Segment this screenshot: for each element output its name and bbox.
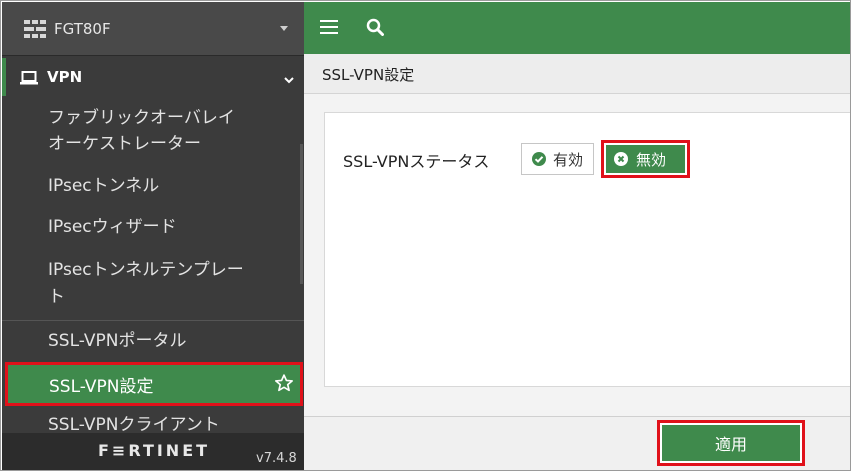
sidebar-item-ipsec-template[interactable]: IPsecトンネルテンプレー (48, 255, 244, 285)
status-enabled-option[interactable]: 有効 (522, 144, 593, 174)
sidebar-item-ipsec-tunnels[interactable]: IPsecトンネル (48, 171, 159, 201)
sidebar-item-ssl-vpn-settings[interactable]: SSL-VPN設定 (5, 362, 303, 406)
sidebar-item-ipsec-template-line2[interactable]: ト (48, 282, 65, 312)
check-circle-icon (532, 152, 546, 166)
sidebar-item-ssl-vpn-portals[interactable]: SSL-VPNポータル (48, 326, 187, 356)
status-disabled-label: 無効 (636, 150, 667, 169)
hamburger-icon[interactable] (320, 20, 338, 34)
star-icon[interactable] (274, 373, 294, 398)
sidebar-item-label: SSL-VPN設定 (49, 376, 154, 397)
status-disabled-option[interactable]: 無効 (601, 140, 690, 178)
chevron-down-icon[interactable] (284, 70, 294, 84)
laptop-icon (20, 70, 38, 85)
fortigate-icon (24, 19, 46, 38)
fortinet-logo: F≡RTINET (98, 441, 211, 460)
nav-section-label: VPN (47, 68, 83, 86)
device-name: FGT80F (54, 19, 111, 38)
top-bar (304, 2, 850, 54)
nav-section-vpn[interactable]: VPN (2, 58, 304, 96)
apply-button[interactable]: 適用 (657, 420, 805, 466)
settings-card: SSL-VPNステータス 有効 (324, 112, 850, 387)
sidebar-footer: F≡RTINET v7.4.8 (2, 433, 304, 470)
device-selector[interactable]: FGT80F (2, 2, 304, 56)
page-header: SSL-VPN設定 (304, 54, 850, 94)
app-window: FGT80F VPN ファブリックオーバレイ オーケストレーター IPsecトン… (0, 0, 851, 471)
caret-down-icon[interactable] (280, 26, 288, 31)
search-icon[interactable] (366, 18, 384, 36)
sidebar: FGT80F VPN ファブリックオーバレイ オーケストレーター IPsecトン… (2, 2, 304, 470)
main-content: SSL-VPNステータス 有効 (304, 94, 850, 416)
apply-button-label: 適用 (662, 425, 800, 461)
status-enabled-label: 有効 (553, 150, 584, 169)
sidebar-scrollbar[interactable] (300, 144, 303, 284)
sidebar-divider (2, 320, 304, 321)
page-title: SSL-VPN設定 (322, 66, 415, 84)
ssl-vpn-status-label: SSL-VPNステータス (343, 152, 490, 171)
ssl-vpn-status-toggle: 有効 (521, 143, 595, 175)
version-label: v7.4.8 (256, 451, 297, 466)
sidebar-item-fabric-overlay-line2[interactable]: オーケストレーター (48, 129, 201, 159)
sidebar-item-ipsec-wizard[interactable]: IPsecウィザード (48, 212, 177, 242)
x-circle-icon (614, 152, 628, 166)
